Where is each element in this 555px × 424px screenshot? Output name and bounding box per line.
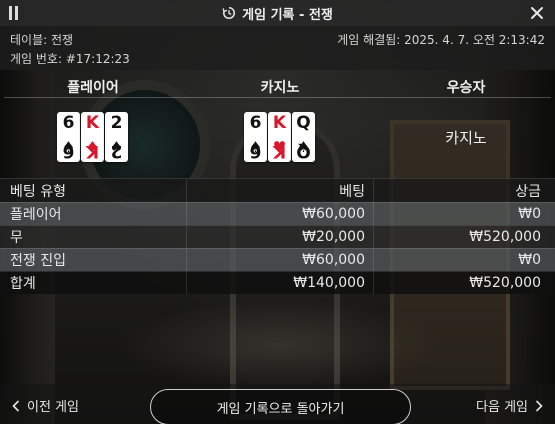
bets-table: 베팅 유형 베팅 상금 플레이어 ₩60,000 ₩0 무 ₩20,000 ₩5… xyxy=(0,178,555,294)
bottom-bar: 이전 게임 게임 기록으로 돌아가기 다음 게임 xyxy=(0,384,555,424)
card-rank-rotated: 2 xyxy=(110,141,123,161)
table-label: 테이블: 전쟁 xyxy=(10,33,74,47)
bets-header-row: 베팅 유형 베팅 상금 xyxy=(0,178,555,202)
table-row: 플레이어 ₩60,000 ₩0 xyxy=(0,202,555,225)
casino-header: 카지노 xyxy=(260,80,300,96)
card-rank: Q xyxy=(296,113,311,133)
card-rank: K xyxy=(85,113,100,133)
bet-type-header: 베팅 유형 xyxy=(0,179,187,202)
card-rank-rotated: 6 xyxy=(249,141,262,161)
payout-cell: ₩520,000 xyxy=(469,229,541,245)
next-game-button[interactable]: 다음 게임 xyxy=(476,396,543,415)
winner-header: 우승자 xyxy=(446,80,486,96)
results-section: 플레이어 카지노 우승자 6 ♠ 6 K ♦ K 2 ♠ 2 6 ♠ 6 K ♥ K Q ♠ Q 카지노 xyxy=(0,70,555,178)
title-wrap: 게임 기록 - 전쟁 xyxy=(222,4,333,23)
playing-card: 2 ♠ 2 xyxy=(105,112,128,162)
back-to-history-button[interactable]: 게임 기록으로 돌아가기 xyxy=(150,389,411,424)
game-info: 테이블: 전쟁 게임 해결됨: 2025. 4. 7. 오전 2:13:42 게… xyxy=(0,26,555,70)
page-title: 게임 기록 - 전쟁 xyxy=(242,7,333,23)
payout-cell: ₩0 xyxy=(518,252,541,268)
chevron-right-icon xyxy=(535,399,543,412)
bet-type-cell: 플레이어 xyxy=(0,203,187,225)
playing-card: 6 ♠ 6 xyxy=(244,112,267,162)
resolved-timestamp: 게임 해결됨: 2025. 4. 7. 오전 2:13:42 xyxy=(337,33,545,47)
player-cards: 6 ♠ 6 K ♦ K 2 ♠ 2 xyxy=(57,112,128,162)
card-rank-rotated: K xyxy=(272,141,287,161)
bet-amount-cell: ₩60,000 xyxy=(187,203,374,225)
back-to-history-label: 게임 기록으로 돌아가기 xyxy=(216,401,345,417)
total-row: 합계 ₩140,000 ₩520,000 xyxy=(0,271,555,294)
card-rank: 2 xyxy=(110,113,123,133)
previous-game-button[interactable]: 이전 게임 xyxy=(12,396,79,415)
payout-cell: ₩0 xyxy=(518,206,541,222)
header-divider xyxy=(4,97,551,98)
table-row: 전쟁 진입 ₩60,000 ₩0 xyxy=(0,248,555,271)
close-icon[interactable] xyxy=(528,4,546,22)
game-number: 게임 번호: #17:12:23 xyxy=(10,52,130,66)
playing-card: 6 ♠ 6 xyxy=(57,112,80,162)
bet-amount-cell: ₩20,000 xyxy=(187,226,374,248)
card-rank: 6 xyxy=(249,113,262,133)
table-row: 무 ₩20,000 ₩520,000 xyxy=(0,225,555,248)
previous-game-label: 이전 게임 xyxy=(27,400,79,415)
history-icon xyxy=(222,6,236,20)
total-bet: ₩140,000 xyxy=(187,272,374,294)
card-rank: K xyxy=(272,113,287,133)
card-rank-rotated: Q xyxy=(296,141,311,161)
card-rank: 6 xyxy=(62,113,75,133)
winner-value: 카지노 xyxy=(445,129,487,147)
pause-menu-icon[interactable] xyxy=(9,6,19,20)
total-label: 합계 xyxy=(0,272,187,294)
bet-amount-header: 베팅 xyxy=(187,179,374,202)
top-bar: 게임 기록 - 전쟁 xyxy=(0,0,555,26)
playing-card: K ♥ K xyxy=(268,112,291,162)
playing-card: K ♦ K xyxy=(81,112,104,162)
playing-card: Q ♠ Q xyxy=(292,112,315,162)
bet-amount-cell: ₩60,000 xyxy=(187,249,374,271)
next-game-label: 다음 게임 xyxy=(476,400,528,415)
bet-type-cell: 무 xyxy=(0,226,187,248)
card-rank-rotated: K xyxy=(85,141,100,161)
payout-header: 상금 xyxy=(515,183,541,200)
player-header: 플레이어 xyxy=(67,80,119,96)
card-rank-rotated: 6 xyxy=(62,141,75,161)
casino-cards: 6 ♠ 6 K ♥ K Q ♠ Q xyxy=(244,112,315,162)
total-payout: ₩520,000 xyxy=(469,275,541,291)
chevron-left-icon xyxy=(12,399,20,412)
bet-type-cell: 전쟁 진입 xyxy=(0,249,187,271)
